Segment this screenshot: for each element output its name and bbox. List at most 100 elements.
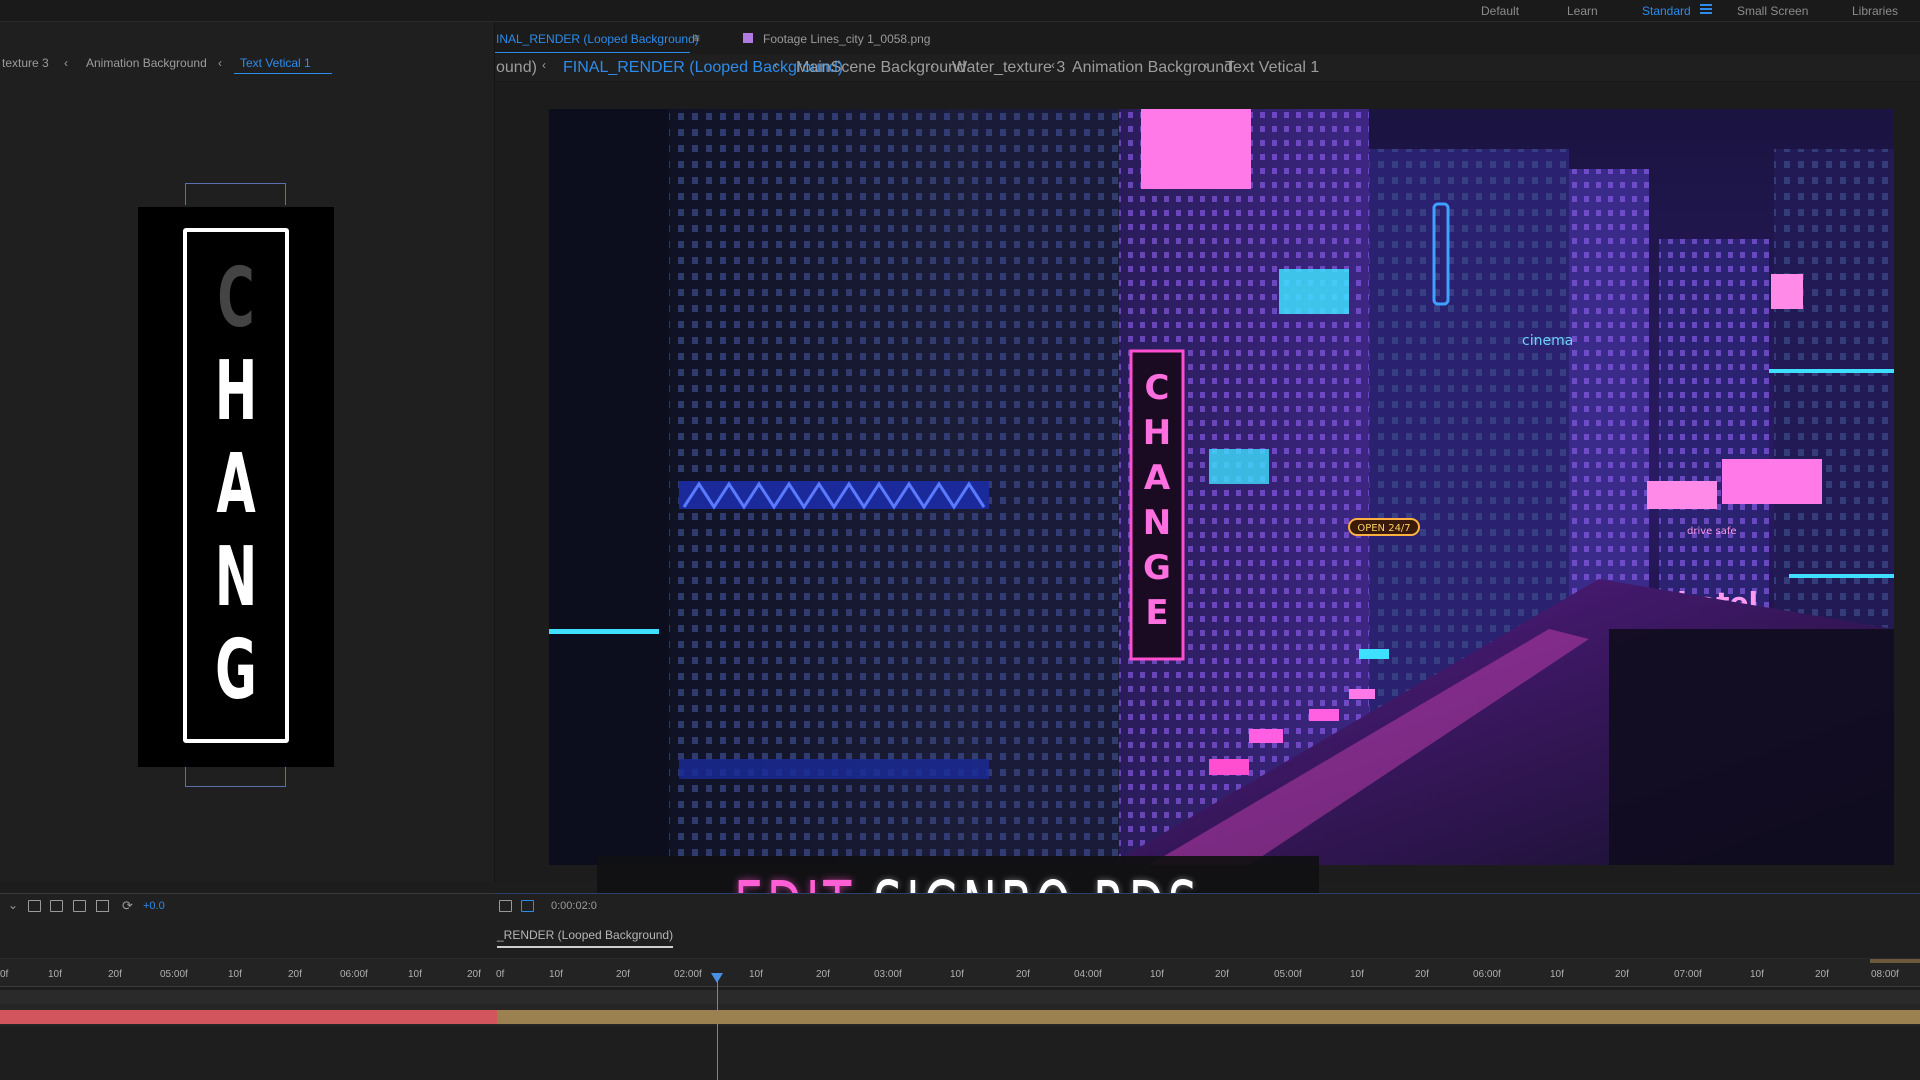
playhead-line[interactable] [717,973,718,1080]
text-vertical-box: C H A N G [183,228,289,743]
timeline-empty-area [0,1026,1920,1080]
viewer-footer: 0:00:02:0 [495,893,1920,919]
svg-text:E: E [1145,593,1168,633]
workspace-bar: Default Learn Standard Small Screen Libr… [0,0,1920,22]
city-scene-image: C H A N G E OPEN 24/7 cinema drive safe … [549,109,1894,865]
ruler-tick-label: 20f [1016,969,1030,980]
ruler-tick-label: 05:00f [160,969,188,980]
bounding-frame-top [185,183,286,205]
playhead-handle[interactable] [711,973,723,983]
svg-text:OPEN 24/7: OPEN 24/7 [1357,523,1410,534]
ruler-tick-label: 10f [549,969,563,980]
ruler-tick-label: 0f [0,969,9,980]
timeline-track [0,990,1920,1004]
svg-text:G: G [1143,548,1171,588]
crumb-texture[interactable]: texture 3 [2,56,49,70]
viewer-tab-bar: INAL_RENDER (Looped Background) ≡ Footag… [495,22,1920,54]
crumb-animation-background[interactable]: Animation Background [86,56,207,70]
snapshot-icon[interactable] [28,900,41,912]
ruler-tick-label: 10f [1550,969,1564,980]
ruler-tick-label: 20f [616,969,630,980]
svg-text:A: A [1144,458,1171,498]
ruler-tick-label: 07:00f [1674,969,1702,980]
svg-text:N: N [1143,503,1171,543]
footage-color-swatch [743,33,753,43]
ruler-tick-label: 20f [1415,969,1429,980]
current-time-display[interactable]: 0:00:02:0 [551,900,597,912]
composition-render-frame[interactable]: C H A N G E OPEN 24/7 cinema drive safe … [549,109,1894,865]
crumb-background[interactable]: ound) [496,59,537,77]
ruler-tick-label: 10f [408,969,422,980]
ruler-tick-label: 08:00f [1871,969,1899,980]
chevron-left-icon: ‹ [774,58,778,72]
tab-footage[interactable]: Footage Lines_city 1_0058.png [763,32,930,46]
ruler-tick-label: 20f [1815,969,1829,980]
preview-letter: N [214,530,258,625]
fast-preview-icon[interactable] [499,900,512,912]
ruler-tick-label: 20f [1215,969,1229,980]
ruler-tick-label: 10f [1350,969,1364,980]
transparency-grid-icon[interactable] [521,900,534,912]
svg-text:cinema: cinema [1522,333,1573,349]
left-viewer-footer: ⌄ ⟳ +0.0 [0,893,495,919]
layer-bar-red[interactable] [0,1010,497,1024]
crumb-water-texture[interactable]: Water_texture 3 [952,59,1065,77]
preview-letter: A [216,437,256,532]
crumb-text-vetical[interactable]: Text Vetical 1 [1225,59,1319,77]
bounding-frame-bottom [185,767,286,787]
ruler-tick-label: 10f [1150,969,1164,980]
chevron-left-icon: ‹ [218,56,222,70]
workspace-learn[interactable]: Learn [1567,4,1598,18]
timeline-tab-final-render[interactable]: _RENDER (Looped Background) [497,928,674,948]
timeline-ruler[interactable]: 0f 10f 20f 05:00f 10f 20f 06:00f 10f 20f… [0,959,1920,987]
svg-text:C: C [1145,368,1170,408]
ruler-tick-label: 0f [496,969,505,980]
svg-text:H: H [1143,413,1171,453]
grid-icon[interactable] [73,900,86,912]
active-tab-underline [495,52,690,53]
crumb-mainscene-background[interactable]: MainScene Background [796,59,966,77]
tab-menu-icon[interactable]: ≡ [693,31,700,45]
crumb-text-vetical[interactable]: Text Vetical 1 [240,56,311,70]
chevron-left-icon: ‹ [931,58,935,72]
ruler-tick-label: 03:00f [874,969,902,980]
ruler-tick-label: 20f [816,969,830,980]
workspace-standard[interactable]: Standard [1642,4,1691,18]
tab-comp-final-render[interactable]: INAL_RENDER (Looped Background) [496,32,699,46]
workspace-libraries[interactable]: Libraries [1852,4,1898,18]
ruler-tick-label: 10f [950,969,964,980]
timeline-header: _RENDER (Looped Background) [0,919,1920,959]
chevron-down-icon[interactable]: ⌄ [8,898,18,912]
workspace-default[interactable]: Default [1481,4,1519,18]
ruler-tick-label: 10f [1750,969,1764,980]
crumb-animation-background[interactable]: Animation Background [1072,59,1233,77]
preview-letter: H [214,344,258,439]
ruler-tick-label: 10f [749,969,763,980]
reset-exposure-icon[interactable]: ⟳ [122,898,133,914]
ruler-tick-label: 20f [288,969,302,980]
layer-bar-gold[interactable] [497,1010,1920,1024]
chevron-left-icon: ‹ [1051,58,1055,72]
workspace-small-screen[interactable]: Small Screen [1737,4,1808,18]
ruler-tick-label: 05:00f [1274,969,1302,980]
region-icon[interactable] [50,900,63,912]
ruler-tick-label: 10f [228,969,242,980]
chevron-left-icon: ‹ [1204,58,1208,72]
ruler-tick-label: 20f [467,969,481,980]
flowchart-icon[interactable] [96,900,109,912]
ruler-tick-label: 06:00f [1473,969,1501,980]
preview-letter: G [215,623,257,718]
ruler-tick-label: 02:00f [674,969,702,980]
ruler-tick-label: 06:00f [340,969,368,980]
active-crumb-underline [234,73,332,74]
ruler-tick-label: 04:00f [1074,969,1102,980]
chevron-left-icon: ‹ [64,56,68,70]
viewer-breadcrumb: ound) ‹ FINAL_RENDER (Looped Background)… [495,54,1920,82]
work-area-bar[interactable] [1870,959,1920,963]
preview-letter: C [217,251,255,346]
workspace-menu-icon[interactable] [1700,2,1712,16]
chevron-left-icon: ‹ [542,58,546,72]
ruler-tick-label: 10f [48,969,62,980]
ruler-tick-label: 20f [108,969,122,980]
exposure-value[interactable]: +0.0 [143,900,165,912]
